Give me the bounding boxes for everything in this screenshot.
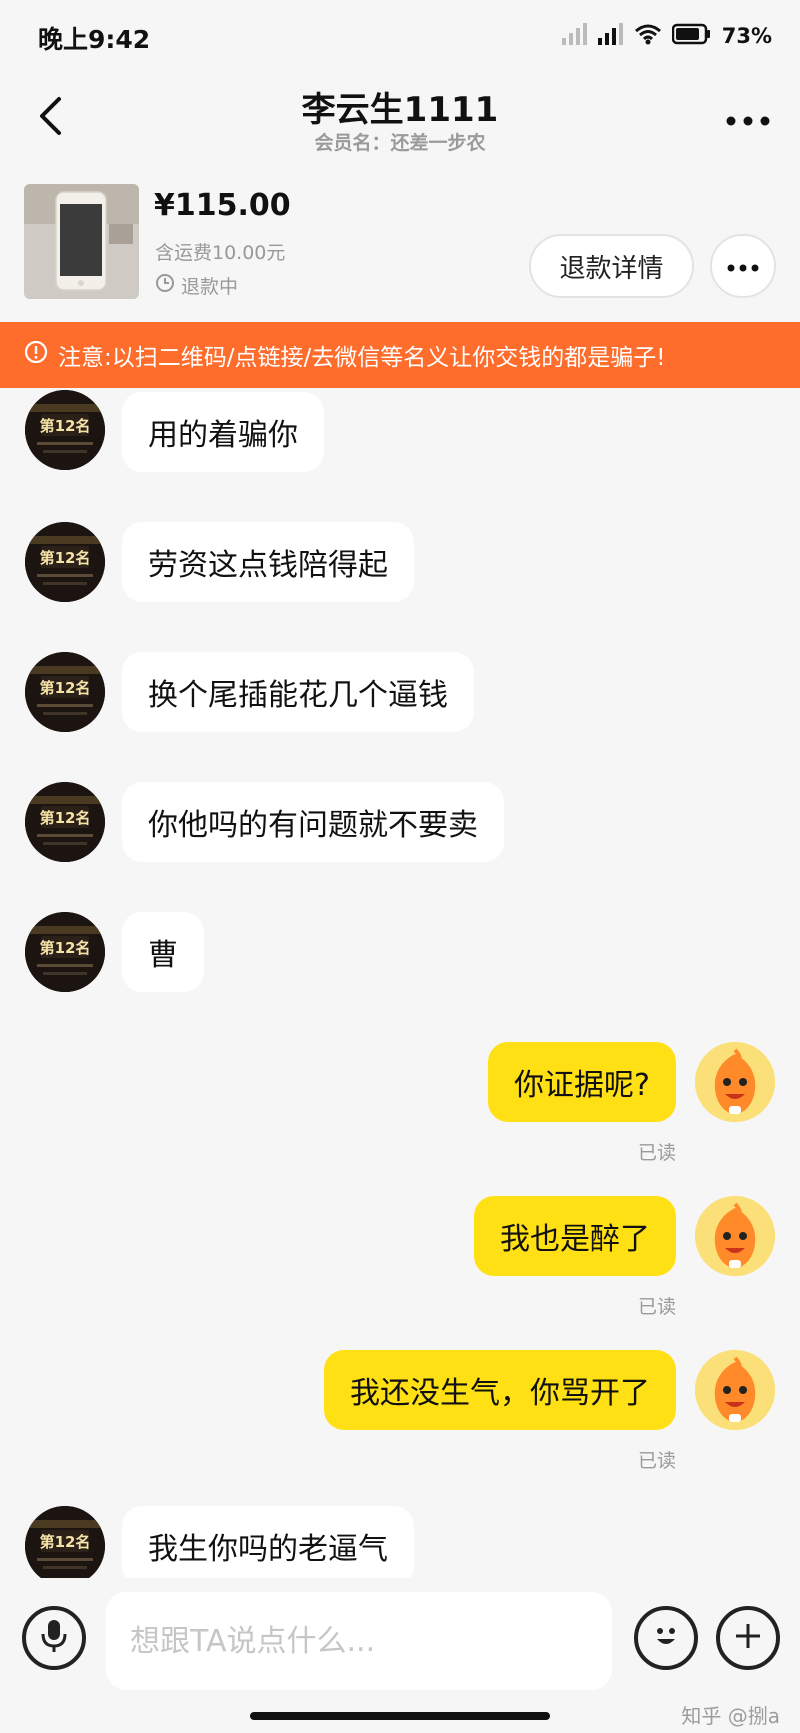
svg-text:第12名: 第12名 xyxy=(40,679,91,697)
orange-mascot-avatar-image xyxy=(695,1196,775,1276)
order-shipping: 含运费10.00元 xyxy=(155,242,286,264)
sender-avatar[interactable]: 第12名 xyxy=(25,390,105,470)
svg-text:第12名: 第12名 xyxy=(40,939,91,957)
message-bubble[interactable]: 换个尾插能花几个逼钱 xyxy=(122,652,474,732)
ranking-badge-avatar-image: 第12名 xyxy=(25,782,105,862)
status-bar: 晚上9:42 73% xyxy=(0,0,800,72)
more-dots-icon xyxy=(727,257,759,276)
product-thumbnail[interactable] xyxy=(24,184,139,299)
read-receipt: 已读 xyxy=(637,1450,676,1472)
clock-icon xyxy=(155,273,175,298)
voice-input-button[interactable] xyxy=(22,1606,86,1670)
chat-header: 李云生1111 会员名：还差一步农 xyxy=(0,72,800,172)
status-time: 晚上9:42 xyxy=(38,25,151,54)
ranking-badge-avatar-image: 第12名 xyxy=(25,390,105,470)
ranking-badge-avatar-image: 第12名 xyxy=(25,652,105,732)
message-list[interactable]: 第12名 用的着骗你 第12名 劳资这点钱陪得起 第12名 换个尾插能花几个逼钱… xyxy=(0,388,800,1578)
signal-icon xyxy=(561,23,588,49)
message-bubble[interactable]: 你他吗的有问题就不要卖 xyxy=(122,782,504,862)
watermark: 知乎 @捌a xyxy=(681,1704,780,1728)
wifi-icon xyxy=(634,23,662,49)
sender-avatar[interactable]: 第12名 xyxy=(25,1506,105,1578)
order-status: 退款中 xyxy=(155,272,238,299)
signal-icon xyxy=(597,23,624,49)
message-bubble[interactable]: 我还没生气，你骂开了 xyxy=(324,1350,676,1430)
sender-avatar[interactable]: 第12名 xyxy=(25,522,105,602)
smiley-icon xyxy=(649,1619,683,1657)
status-icons: 73% xyxy=(561,22,772,50)
more-options-button[interactable] xyxy=(722,100,774,140)
my-avatar[interactable] xyxy=(695,1196,775,1276)
orange-mascot-avatar-image xyxy=(695,1042,775,1122)
emoji-button[interactable] xyxy=(634,1606,698,1670)
sender-avatar[interactable]: 第12名 xyxy=(25,912,105,992)
alert-circle-icon xyxy=(24,340,48,370)
message-bubble[interactable]: 我生你吗的老逼气 xyxy=(122,1506,414,1578)
input-bar xyxy=(0,1578,800,1698)
refund-details-button[interactable]: 退款详情 xyxy=(529,234,694,298)
order-more-button[interactable] xyxy=(710,234,776,298)
more-dots-icon xyxy=(726,111,770,130)
read-receipt: 已读 xyxy=(637,1142,676,1164)
ranking-badge-avatar-image: 第12名 xyxy=(25,1506,105,1578)
ranking-badge-avatar-image: 第12名 xyxy=(25,912,105,992)
sender-avatar[interactable]: 第12名 xyxy=(25,652,105,732)
phone-product-image xyxy=(24,184,139,299)
svg-text:第12名: 第12名 xyxy=(40,549,91,567)
message-bubble[interactable]: 你证据呢? xyxy=(488,1042,676,1122)
my-avatar[interactable] xyxy=(695,1350,775,1430)
add-attachment-button[interactable] xyxy=(716,1606,780,1670)
read-receipt: 已读 xyxy=(637,1296,676,1318)
svg-text:第12名: 第12名 xyxy=(40,809,91,827)
microphone-icon xyxy=(39,1618,69,1658)
orange-mascot-avatar-image xyxy=(695,1350,775,1430)
plus-icon xyxy=(733,1621,763,1655)
message-bubble[interactable]: 用的着骗你 xyxy=(122,392,324,472)
message-bubble[interactable]: 我也是醉了 xyxy=(474,1196,676,1276)
contact-name: 李云生1111 xyxy=(301,90,499,130)
battery-percentage: 73% xyxy=(721,24,772,48)
svg-text:第12名: 第12名 xyxy=(40,417,91,435)
message-input[interactable] xyxy=(106,1592,612,1690)
sender-avatar[interactable]: 第12名 xyxy=(25,782,105,862)
svg-text:第12名: 第12名 xyxy=(40,1533,91,1551)
refund-status-text: 退款中 xyxy=(181,276,239,298)
warning-text: 注意:以扫二维码/点链接/去微信等名义让你交钱的都是骗子! xyxy=(58,345,666,371)
message-bubble[interactable]: 劳资这点钱陪得起 xyxy=(122,522,414,602)
ranking-badge-avatar-image: 第12名 xyxy=(25,522,105,602)
message-bubble[interactable]: 曹 xyxy=(122,912,204,992)
my-avatar[interactable] xyxy=(695,1042,775,1122)
battery-icon xyxy=(671,23,712,49)
home-indicator[interactable] xyxy=(250,1712,550,1720)
fraud-warning-banner: 注意:以扫二维码/点链接/去微信等名义让你交钱的都是骗子! xyxy=(0,322,800,388)
order-price: ¥115.00 xyxy=(154,188,291,223)
order-card[interactable]: ¥115.00 含运费10.00元 退款中 退款详情 xyxy=(0,172,800,322)
member-name: 会员名：还差一步农 xyxy=(314,132,486,154)
